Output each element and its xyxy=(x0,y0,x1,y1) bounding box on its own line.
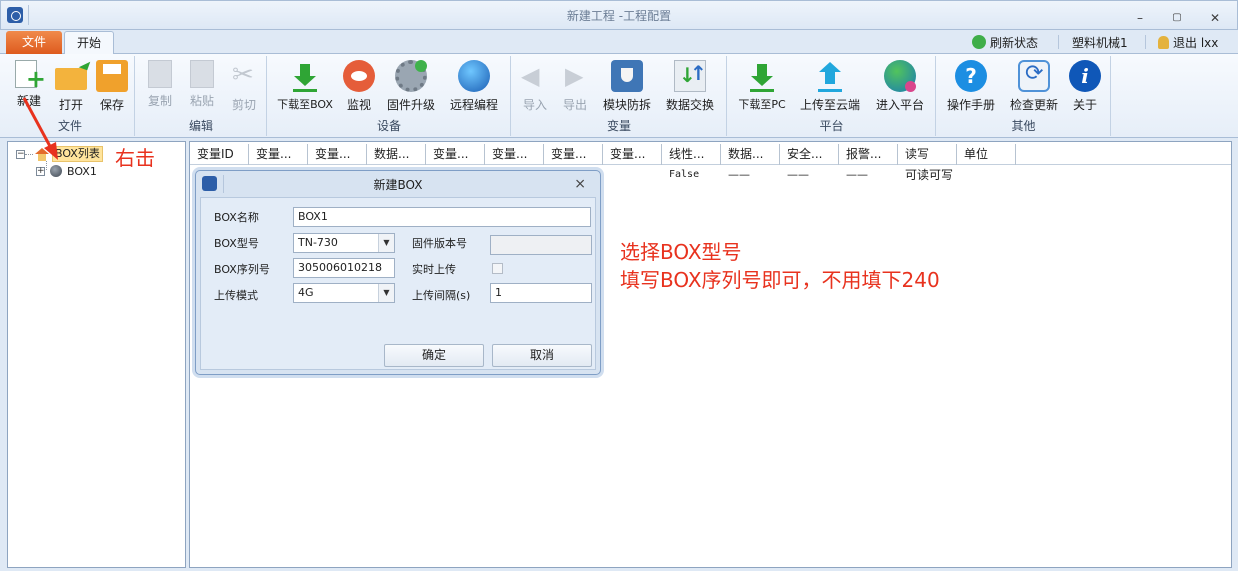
annotation-right-click: 右击 xyxy=(115,146,155,170)
annotation-select-model: 选择BOX型号 xyxy=(620,240,742,264)
annotation-arrow xyxy=(22,97,58,160)
annotation-fill-serial: 填写BOX序列号即可，不用填下240 xyxy=(620,268,940,292)
